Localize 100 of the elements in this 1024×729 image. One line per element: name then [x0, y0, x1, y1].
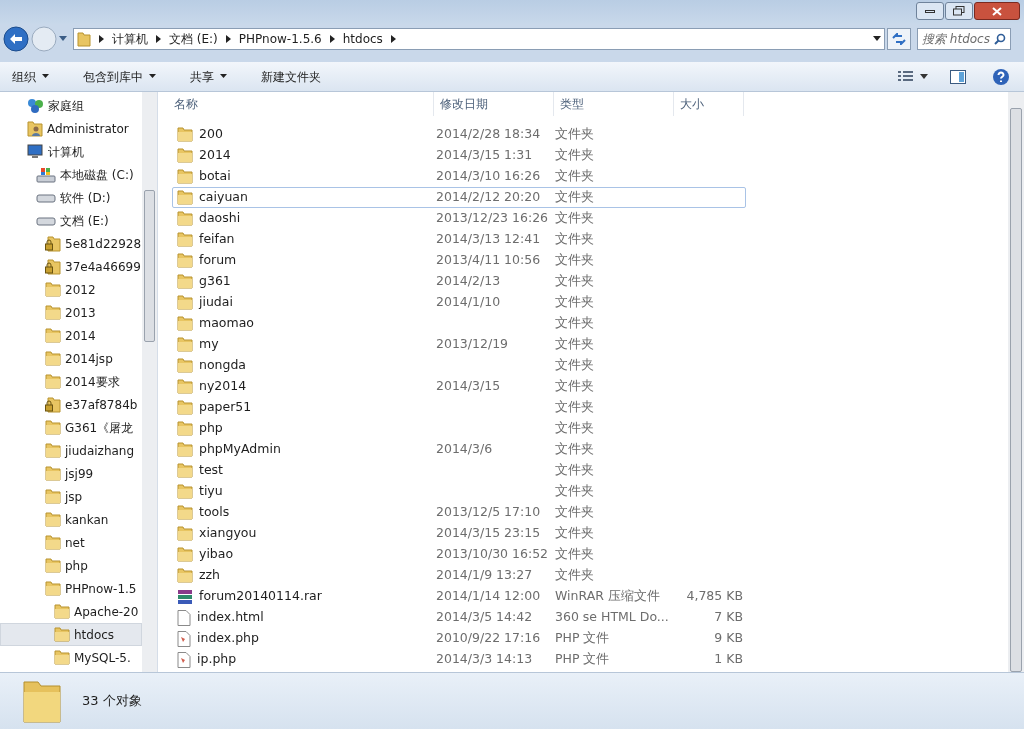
type-text: 文件夹: [555, 231, 594, 247]
sidebar-item[interactable]: jsj99: [0, 462, 142, 485]
refresh-icon[interactable]: [892, 33, 906, 45]
dropdown-arrow-icon[interactable]: [59, 36, 67, 42]
file-row[interactable]: paper51 文件夹: [172, 397, 746, 418]
folder-icon: [45, 351, 61, 366]
folder-icon: [45, 282, 61, 297]
toolbar-button[interactable]: 共享: [186, 64, 231, 89]
file-row[interactable]: forum20140114.rar 2014/1/14 12:00 WinRAR 压缩文件 4,785 KB: [172, 586, 746, 607]
sidebar-item[interactable]: 2013: [0, 301, 142, 324]
file-row[interactable]: forum 2013/4/11 10:56 文件夹: [172, 250, 746, 271]
sidebar-item[interactable]: 2014要求: [0, 370, 142, 393]
sidebar-item[interactable]: 2014: [0, 324, 142, 347]
date-text: 2014/2/12 20:20: [436, 189, 541, 205]
file-row[interactable]: maomao 文件夹: [172, 313, 746, 334]
file-row[interactable]: index.php 2010/9/22 17:16 PHP 文件 9 KB: [172, 628, 746, 649]
file-row[interactable]: xiangyou 2014/3/15 23:15 文件夹: [172, 523, 746, 544]
folder-icon: [45, 328, 61, 343]
file-row[interactable]: zzh 2014/1/9 13:27 文件夹: [172, 565, 746, 586]
caret-icon: [149, 74, 156, 79]
file-row[interactable]: g361 2014/2/13 文件夹: [172, 271, 746, 292]
minimize-button[interactable]: [916, 2, 944, 20]
sidebar-item[interactable]: php: [0, 554, 142, 577]
sidebar-item[interactable]: 软件 (D:): [0, 186, 142, 209]
column-header[interactable]: 名称: [158, 92, 434, 116]
type-text: 文件夹: [555, 504, 594, 520]
sidebar-item[interactable]: 文档 (E:): [0, 209, 142, 232]
file-name: nongda: [199, 356, 247, 375]
folder-icon: [177, 442, 193, 457]
file-row[interactable]: nongda 文件夹: [172, 355, 746, 376]
folder-icon: [54, 650, 70, 665]
file-row[interactable]: jiudai 2014/1/10 文件夹: [172, 292, 746, 313]
file-row[interactable]: 2014 2014/3/15 1:31 文件夹: [172, 145, 746, 166]
view-options-icon[interactable]: [898, 70, 914, 83]
restore-button[interactable]: [945, 2, 973, 20]
chevron-icon: [99, 35, 104, 43]
help-icon[interactable]: [992, 67, 1010, 86]
breadcrumb-item[interactable]: htdocs: [342, 30, 383, 48]
close-button[interactable]: [974, 2, 1020, 20]
sidebar-item[interactable]: PHPnow-1.5: [0, 577, 142, 600]
sidebar-item[interactable]: Apache-20: [0, 600, 142, 623]
file-row[interactable]: index.html 2014/3/5 14:42 360 se HTML Do... 7 KB: [172, 607, 746, 628]
sidebar-item[interactable]: 5e81d22928: [0, 232, 142, 255]
file-row[interactable]: tiyu 文件夹: [172, 481, 746, 502]
sidebar-item[interactable]: G361《屠龙: [0, 416, 142, 439]
file-row[interactable]: php 文件夹: [172, 418, 746, 439]
file-row[interactable]: ip.php 2014/3/3 14:13 PHP 文件 1 KB: [172, 649, 746, 670]
sidebar-item[interactable]: 家庭组: [0, 94, 142, 117]
breadcrumb-item[interactable]: 计算机: [112, 30, 148, 48]
file-name: xiangyou: [199, 524, 257, 543]
sidebar-item[interactable]: MySQL-5.: [0, 646, 142, 669]
file-row[interactable]: feifan 2014/3/13 12:41 文件夹: [172, 229, 746, 250]
type-text: 文件夹: [555, 357, 594, 373]
file-row[interactable]: daoshi 2013/12/23 16:26 文件夹: [172, 208, 746, 229]
toolbar-button[interactable]: 包含到库中: [79, 64, 160, 89]
sidebar-item[interactable]: 本地磁盘 (C:): [0, 163, 142, 186]
file-row[interactable]: 200 2014/2/28 18:34 文件夹: [172, 124, 746, 145]
type-text: 文件夹: [555, 378, 594, 394]
breadcrumb-item[interactable]: PHPnow-1.5.6: [238, 30, 322, 48]
search-field[interactable]: 搜索 htdocs: [917, 28, 1011, 50]
file-row[interactable]: phpMyAdmin 2014/3/6 文件夹: [172, 439, 746, 460]
dropdown-arrow-icon[interactable]: [920, 73, 928, 80]
sidebar-item[interactable]: 37e4a46699: [0, 255, 142, 278]
sidebar-item[interactable]: net: [0, 531, 142, 554]
breadcrumb-item[interactable]: 文档 (E:): [169, 30, 218, 48]
file-row[interactable]: tools 2013/12/5 17:10 文件夹: [172, 502, 746, 523]
sidebar-item[interactable]: 2014jsp: [0, 347, 142, 370]
toolbar-button[interactable]: 新建文件夹: [257, 64, 325, 89]
file-row[interactable]: ny2014 2014/3/15 文件夹: [172, 376, 746, 397]
file-row[interactable]: botai 2014/3/10 16:26 文件夹: [172, 166, 746, 187]
scrollbar[interactable]: [142, 92, 157, 672]
file-name: my: [199, 335, 219, 354]
chevron-icon: [225, 35, 231, 43]
preview-pane-icon[interactable]: [950, 69, 966, 84]
network-icon: [27, 97, 44, 114]
type-text: 文件夹: [555, 189, 594, 205]
sidebar-item[interactable]: 计算机: [0, 140, 142, 163]
sidebar-item[interactable]: Administrator: [0, 117, 142, 140]
file-row[interactable]: yibao 2013/10/30 16:52 文件夹: [172, 544, 746, 565]
folder-icon: [22, 678, 62, 724]
sidebar-item[interactable]: 2012: [0, 278, 142, 301]
sidebar-item[interactable]: e37af8784b: [0, 393, 142, 416]
file-row[interactable]: my 2013/12/19 文件夹: [172, 334, 746, 355]
file-row[interactable]: caiyuan 2014/2/12 20:20 文件夹: [172, 187, 746, 208]
sidebar-item[interactable]: jsp: [0, 485, 142, 508]
sidebar-item[interactable]: htdocs: [0, 623, 142, 646]
sidebar-item[interactable]: kankan: [0, 508, 142, 531]
file-row[interactable]: test 文件夹: [172, 460, 746, 481]
date-text: 2014/3/5 14:42: [436, 609, 533, 625]
type-text: 文件夹: [555, 420, 594, 436]
type-text: 文件夹: [555, 252, 594, 268]
scrollbar[interactable]: [1008, 92, 1024, 672]
column-header[interactable]: 类型: [554, 92, 674, 116]
back-icon[interactable]: [3, 26, 29, 52]
toolbar-button[interactable]: 组织: [8, 64, 53, 89]
column-header[interactable]: 大小: [674, 92, 744, 116]
folder-icon: [45, 558, 61, 573]
column-header[interactable]: 修改日期: [434, 92, 554, 116]
sidebar-item[interactable]: jiudaizhang: [0, 439, 142, 462]
address-bar[interactable]: 计算机 文档 (E:) PHPnow-1.5.6 htdocs: [73, 28, 885, 50]
